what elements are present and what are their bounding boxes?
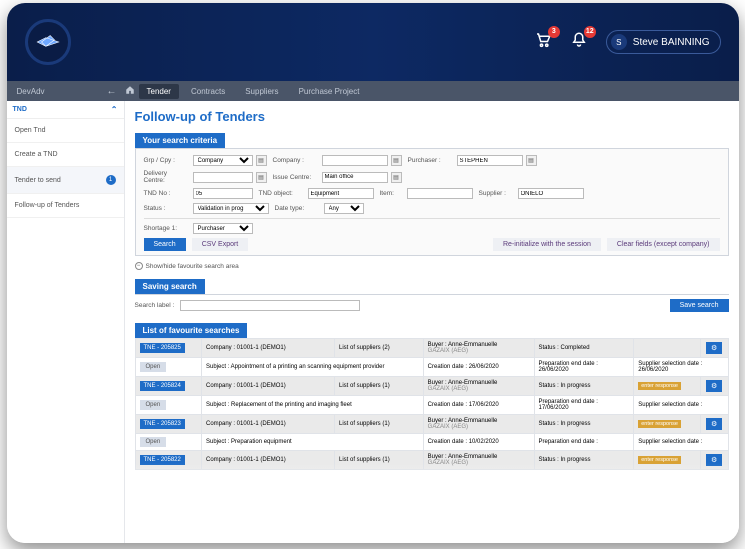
delivery-lookup-icon[interactable]: ▤	[256, 172, 267, 183]
tndno-input[interactable]	[193, 188, 253, 199]
shortage-select[interactable]: Purchaser	[193, 223, 253, 234]
company-input[interactable]	[322, 155, 388, 166]
label-item: Item:	[380, 190, 404, 197]
gear-icon[interactable]: ⚙	[706, 380, 722, 392]
table-row: OpenSubject : Appointment of a printing …	[135, 358, 728, 377]
criteria-panel: Grp / Cpy : Company ▤ Company : ▤ Purcha…	[135, 148, 729, 256]
user-name: Steve BAINNING	[633, 37, 710, 48]
label-delivery: Delivery Centre:	[144, 170, 190, 184]
tnd-tag[interactable]: TNE - 205823	[140, 419, 185, 429]
tab-purchase-project[interactable]: Purchase Project	[291, 84, 368, 99]
item-input[interactable]	[407, 188, 473, 199]
company-lookup-icon[interactable]: ▤	[391, 155, 402, 166]
table-row: OpenSubject : Preparation equipmentCreat…	[135, 434, 728, 451]
label-shortage: Shortage 1:	[144, 225, 190, 232]
label-company: Company :	[273, 157, 319, 164]
sidebar-head[interactable]: TND ⌃	[7, 101, 124, 119]
delivery-input[interactable]	[193, 172, 253, 183]
clear-fields-button[interactable]: Clear fields (except company)	[607, 238, 720, 251]
gear-icon[interactable]: ⚙	[706, 342, 722, 354]
app-header: 3 12 S Steve BAINNING	[7, 3, 739, 81]
bell-badge: 12	[584, 26, 596, 38]
nav-module-label: DevAdv	[17, 87, 45, 96]
chevron-up-icon: ⌃	[111, 105, 118, 114]
issue-input[interactable]	[322, 172, 388, 183]
user-menu[interactable]: S Steve BAINNING	[606, 30, 721, 54]
open-button[interactable]: Open	[140, 400, 167, 410]
csv-export-button[interactable]: CSV Export	[192, 238, 249, 251]
label-issue: Issue Centre:	[273, 174, 319, 181]
enter-response-button[interactable]: enter response	[638, 420, 681, 428]
sidebar-item-followup[interactable]: Follow-up of Tenders	[7, 194, 124, 218]
label-tndno: TND No :	[144, 190, 190, 197]
tndobj-input[interactable]	[308, 188, 374, 199]
tnd-tag[interactable]: TNE - 205822	[140, 455, 185, 465]
enter-response-button[interactable]: enter response	[638, 382, 681, 390]
table-row: OpenSubject : Replacement of the printin…	[135, 396, 728, 415]
tnd-tag[interactable]: TNE - 205824	[140, 381, 185, 391]
criteria-title: Your search criteria	[135, 133, 226, 148]
label-status: Status :	[144, 205, 190, 212]
results-table: TNE - 205825Company : 01001-1 (DEMO1)Lis…	[135, 338, 729, 470]
count-badge: 1	[106, 175, 116, 185]
tab-suppliers[interactable]: Suppliers	[237, 84, 286, 99]
label-purchaser: Purchaser :	[408, 157, 454, 164]
table-row: TNE - 205822Company : 01001-1 (DEMO1)Lis…	[135, 451, 728, 470]
sidebar-item-tender-to-send[interactable]: Tender to send 1	[7, 167, 124, 194]
home-icon[interactable]	[125, 85, 135, 97]
grp-lookup-icon[interactable]: ▤	[256, 155, 267, 166]
supplier-input[interactable]	[518, 188, 584, 199]
label-datetype: Date type:	[275, 205, 321, 212]
sidebar-item-create-tnd[interactable]: Create a TND	[7, 143, 124, 167]
table-row: TNE - 205825Company : 01001-1 (DEMO1)Lis…	[135, 339, 728, 358]
gear-icon[interactable]: ⚙	[706, 418, 722, 430]
issue-lookup-icon[interactable]: ▤	[391, 172, 402, 183]
sidebar-item-open-tnd[interactable]: Open Tnd	[7, 119, 124, 143]
logo	[25, 19, 71, 65]
search-button[interactable]: Search	[144, 238, 186, 251]
table-row: TNE - 205823Company : 01001-1 (DEMO1)Lis…	[135, 415, 728, 434]
saving-search-title: Saving search	[135, 279, 205, 294]
tnd-tag[interactable]: TNE - 205825	[140, 343, 185, 353]
back-icon[interactable]: ←	[107, 86, 117, 97]
tab-tender[interactable]: Tender	[139, 84, 179, 99]
gear-icon[interactable]: ⚙	[706, 454, 722, 466]
favourites-list-title: List of favourite searches	[135, 323, 248, 338]
avatar: S	[611, 34, 627, 50]
label-supplier: Supplier :	[479, 190, 515, 197]
main-content: Follow-up of Tenders Your search criteri…	[125, 101, 739, 543]
page-title: Follow-up of Tenders	[135, 109, 729, 124]
save-search-input[interactable]	[180, 300, 360, 311]
sidebar: TND ⌃ Open Tnd Create a TND Tender to se…	[7, 101, 125, 543]
datetype-select[interactable]: Any	[324, 203, 364, 214]
status-select[interactable]: Validation in prog	[193, 203, 269, 214]
cart-icon[interactable]: 3	[534, 31, 552, 54]
enter-response-button[interactable]: enter response	[638, 456, 681, 464]
tab-contracts[interactable]: Contracts	[183, 84, 233, 99]
open-button[interactable]: Open	[140, 437, 167, 447]
minus-icon: −	[135, 262, 143, 270]
top-nav: DevAdv ← Tender Contracts Suppliers Purc…	[7, 81, 739, 101]
purchaser-lookup-icon[interactable]: ▤	[526, 155, 537, 166]
toggle-favourites[interactable]: − Show/hide favourite search area	[135, 262, 729, 270]
grp-select[interactable]: Company	[193, 155, 253, 166]
save-label: Search label :	[135, 302, 175, 309]
purchaser-input[interactable]	[457, 155, 523, 166]
label-tndobj: TND object:	[259, 190, 305, 197]
open-button[interactable]: Open	[140, 362, 167, 372]
bell-icon[interactable]: 12	[570, 31, 588, 54]
fade-overlay	[125, 463, 739, 543]
table-row: TNE - 205824Company : 01001-1 (DEMO1)Lis…	[135, 377, 728, 396]
label-grp: Grp / Cpy :	[144, 157, 190, 164]
cart-badge: 3	[548, 26, 560, 38]
reinit-button[interactable]: Re-initialize with the session	[493, 238, 601, 251]
save-search-button[interactable]: Save search	[670, 299, 729, 312]
